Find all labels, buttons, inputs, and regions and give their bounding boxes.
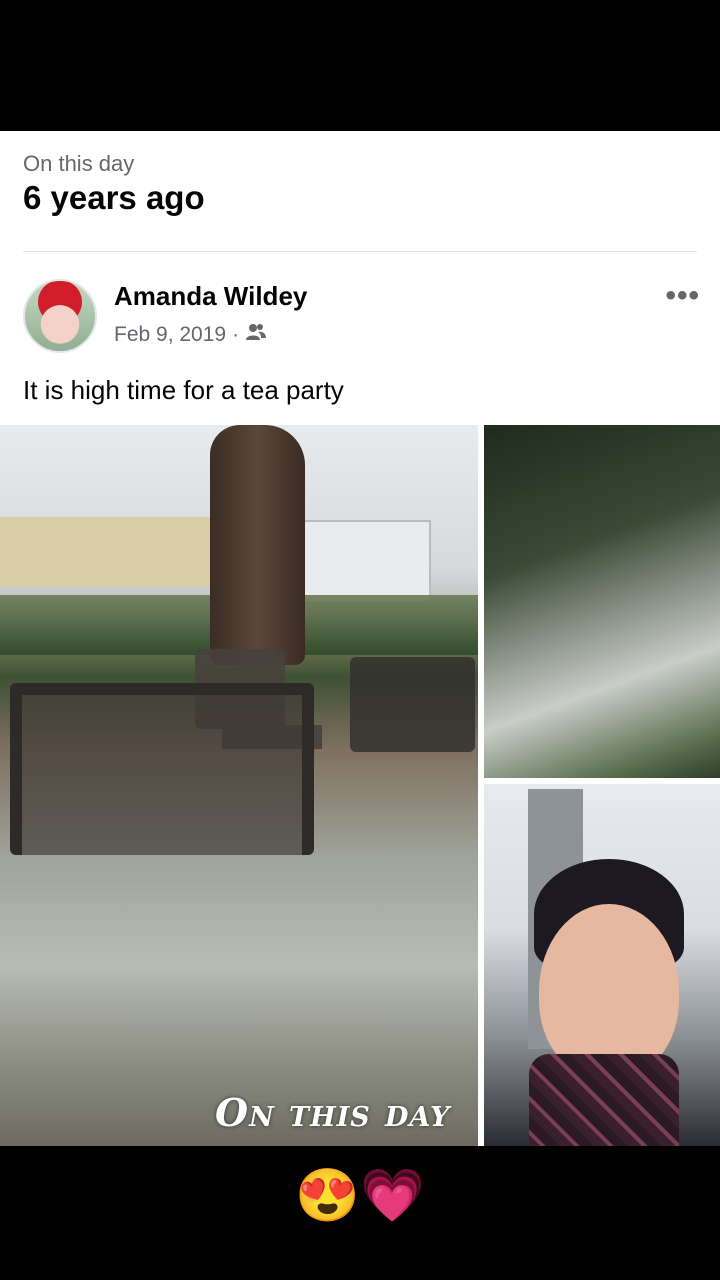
avatar[interactable] — [23, 279, 97, 353]
bench-shape — [10, 683, 314, 855]
post-meta: Feb 9, 2019 · — [114, 323, 267, 347]
photo-selfie[interactable] — [484, 784, 720, 1146]
post-date[interactable]: Feb 9, 2019 — [114, 323, 226, 347]
divider — [23, 251, 697, 252]
memory-label: On this day — [23, 151, 135, 176]
rv-shape — [302, 520, 431, 604]
overlay-caption: On this day — [215, 1090, 451, 1135]
chair-shape — [350, 657, 475, 752]
meta-separator: · — [232, 323, 240, 346]
face-shape — [539, 904, 679, 1079]
memory-card: On this day 6 years ago Amanda Wildey Fe… — [0, 131, 720, 1146]
photo-yard[interactable] — [0, 425, 478, 1146]
memory-title: 6 years ago — [23, 179, 205, 216]
reaction-emojis: 😍💗 — [295, 1167, 425, 1225]
photo-trees[interactable] — [484, 425, 720, 778]
photo-grid — [0, 425, 720, 1146]
author-name[interactable]: Amanda Wildey — [114, 281, 307, 312]
scarf-shape — [529, 1054, 679, 1146]
post-caption: It is high time for a tea party — [23, 375, 344, 405]
house-shape — [0, 517, 245, 587]
friends-icon — [245, 323, 267, 347]
more-options-button[interactable]: ••• — [665, 279, 700, 313]
tree-trunk-shape — [210, 425, 305, 665]
